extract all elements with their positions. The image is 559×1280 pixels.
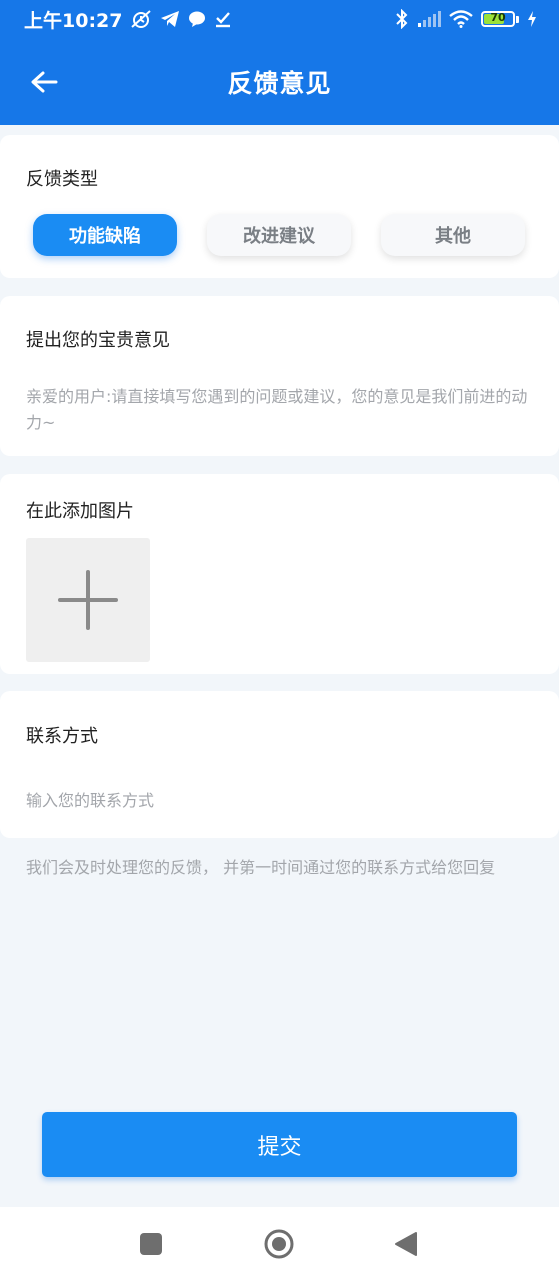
telegram-icon: [160, 10, 180, 28]
square-icon: [140, 1233, 162, 1255]
type-option-defect[interactable]: 功能缺陷: [33, 214, 177, 256]
download-done-icon: [214, 10, 232, 28]
recent-apps-button[interactable]: [134, 1227, 168, 1261]
bluetooth-icon: [395, 9, 409, 29]
battery-level: 70: [490, 11, 506, 24]
opinion-input[interactable]: [26, 384, 536, 440]
feedback-type-title: 反馈类型: [26, 169, 98, 190]
back-button[interactable]: [24, 62, 64, 102]
triangle-icon: [395, 1232, 417, 1256]
feedback-type-card: 反馈类型 功能缺陷 改进建议 其他: [0, 135, 559, 278]
status-notification-icons: [130, 9, 232, 29]
signal-icon: [417, 10, 441, 28]
circle-icon: [264, 1229, 294, 1259]
status-bar: 上午10:27 70: [0, 0, 559, 38]
type-option-other[interactable]: 其他: [381, 214, 525, 256]
arrow-left-icon: [31, 71, 58, 93]
contact-card: 联系方式: [0, 691, 559, 838]
wifi-icon: [449, 10, 473, 28]
opinion-card: 提出您的宝贵意见: [0, 296, 559, 456]
chat-bubble-icon: [188, 10, 206, 28]
plus-icon: [58, 570, 118, 630]
battery-icon: 70: [481, 11, 519, 27]
image-title: 在此添加图片: [26, 501, 134, 522]
nav-back-button[interactable]: [389, 1227, 423, 1261]
contact-input[interactable]: [26, 787, 526, 813]
alarm-off-icon: [130, 9, 152, 29]
add-image-button[interactable]: [26, 538, 150, 662]
contact-title: 联系方式: [26, 726, 98, 747]
submit-button[interactable]: 提交: [42, 1112, 517, 1177]
image-card: 在此添加图片: [0, 474, 559, 674]
type-option-suggestion[interactable]: 改进建议: [207, 214, 351, 256]
status-system-icons: 70: [395, 9, 537, 29]
app-bar: 反馈意见: [0, 38, 559, 125]
status-time: 上午10:27: [24, 9, 123, 32]
system-nav-bar: [0, 1207, 559, 1280]
charging-icon: [527, 10, 537, 28]
page-title: 反馈意见: [227, 68, 332, 98]
response-note: 我们会及时处理您的反馈， 并第一时间通过您的联系方式给您回复: [26, 858, 496, 877]
home-button[interactable]: [262, 1227, 296, 1261]
opinion-title: 提出您的宝贵意见: [26, 330, 170, 351]
